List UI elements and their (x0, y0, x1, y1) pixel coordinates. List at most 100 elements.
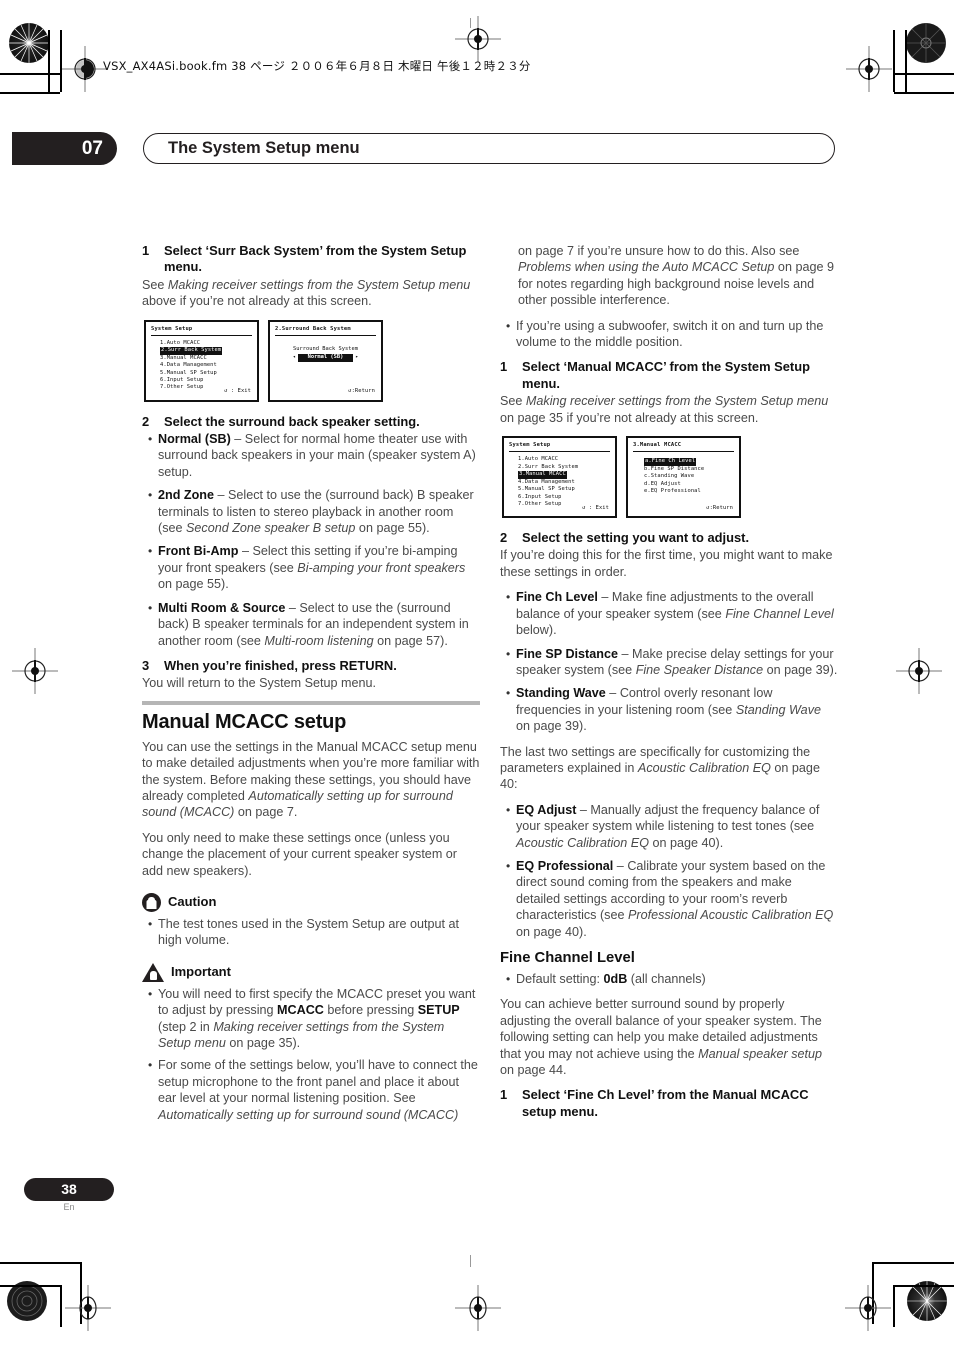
chapter-number: 07 (12, 132, 117, 165)
list-item: EQ Adjust – Manually adjust the frequenc… (500, 802, 838, 851)
button-name: SETUP (417, 1003, 460, 1018)
option-term: Front Bi-Amp (158, 544, 239, 559)
crosshair-target (62, 46, 108, 92)
step-number: 3 (142, 657, 150, 673)
fine-channel-paragraph: You can achieve better surround sound by… (500, 997, 823, 1078)
moire-target-bottom-right (906, 1280, 948, 1327)
page-language-code: En (63, 1202, 75, 1212)
crosshair-target (896, 648, 942, 694)
osd-illustration-group-1: System Setup 1.Auto MCACC 2.Surr Back Sy… (144, 319, 480, 402)
osd-item: 2.Surr Back System (160, 347, 223, 355)
option-term: Standing Wave (516, 686, 606, 701)
osd-item: c.Standing Wave (644, 473, 695, 480)
step-number: 1 (500, 359, 508, 375)
crop-line (0, 73, 60, 75)
cross-reference: Automatically setting up for surround so… (158, 1107, 459, 1122)
cross-reference: Fine Channel Level (725, 606, 834, 621)
osd-body: Surround Back System ◂ Normal (SB) ▸ (275, 346, 376, 362)
left-column: 1 Select ‘Surr Back System’ from the Syst… (142, 243, 480, 1132)
osd-value-row: ◂ Normal (SB) ▸ (275, 354, 376, 362)
list-item: 2nd Zone – Select to use the (surround b… (142, 487, 480, 536)
option-term: Fine SP Distance (516, 646, 618, 661)
step-text: Select the setting you want to adjust. (522, 530, 750, 546)
step-2: 2 Select the setting you want to adjust. (500, 530, 838, 546)
list-item: If you’re using a subwoofer, switch it o… (500, 318, 838, 351)
step-1: 1 Select ‘Surr Back System’ from the Syst… (142, 243, 480, 276)
crosshair-target (845, 1285, 891, 1331)
default-value: 0dB (603, 972, 628, 986)
list-item: Normal (SB) – Select for normal home the… (142, 431, 480, 480)
option-term: Multi Room & Source (158, 600, 286, 615)
text: above if you’re not already at this scre… (142, 294, 372, 309)
cross-reference: Problems when using the Auto MCACC Setup (518, 260, 775, 275)
list-item: Standing Wave – Control overly resonant … (500, 685, 838, 734)
osd-system-setup-menu: System Setup 1.Auto MCACC 2.Surr Back Sy… (502, 436, 617, 519)
step-1-body: See Making receiver settings from the Sy… (500, 394, 829, 425)
step-3: 3 When you’re finished, press RETURN. (142, 658, 480, 674)
step-3-body: You will return to the System Setup menu… (142, 676, 377, 691)
osd-item: e.EQ Professional (644, 488, 701, 495)
cross-reference: Standing Wave (735, 702, 821, 717)
step-text: Select ‘Surr Back System’ from the Syste… (164, 243, 467, 275)
surround-back-options-list: Normal (SB) – Select for normal home the… (142, 431, 480, 649)
section-rule (142, 700, 480, 705)
list-item: Fine Ch Level – Make fine adjustments to… (500, 589, 838, 638)
step-text: Select ‘Manual MCACC’ from the System Se… (522, 359, 810, 391)
option-term: EQ Professional (516, 858, 614, 873)
osd-manual-mcacc-menu: 3.Manual MCACC a.Fine Ch Level b.Fine SP… (626, 436, 741, 519)
list-item: The test tones used in the System Setup … (142, 916, 480, 949)
osd-item: 4.Data Management (518, 478, 575, 485)
osd-title: System Setup (151, 325, 193, 332)
mid-paragraph: The last two settings are specifically f… (500, 744, 820, 792)
crop-line (872, 1262, 954, 1264)
cross-reference: Bi-amping your front speakers (297, 560, 466, 575)
step-1-body: See Making receiver settings from the Sy… (142, 277, 480, 310)
list-item: You will need to first specify the MCACC… (142, 986, 480, 1052)
moire-target-top-left (8, 22, 50, 69)
crop-line (893, 1285, 954, 1287)
crop-line (470, 1255, 471, 1267)
osd-item: b.Fine SP Distance (644, 465, 705, 472)
osd-item: d.EQ Adjust (644, 480, 681, 487)
subwoofer-note-list: If you’re using a subwoofer, switch it o… (500, 318, 838, 351)
crop-line (48, 30, 50, 92)
page-title: The System Setup menu (143, 133, 835, 164)
crop-line (0, 1285, 62, 1287)
divider (275, 335, 376, 337)
osd-item-list: a.Fine Ch Level b.Fine SP Distance c.Sta… (633, 458, 734, 495)
cross-reference: Multi-room listening (264, 633, 374, 648)
step-2: 2 Select the surround back speaker settin… (142, 414, 480, 430)
crosshair-target (455, 16, 501, 62)
crosshair-target (455, 1285, 501, 1331)
option-term: 2nd Zone (158, 488, 214, 503)
option-term: Fine Ch Level (516, 590, 598, 605)
list-item: Default setting: 0dB (all channels) (500, 971, 838, 987)
osd-item: 5.Manual SP Setup (160, 369, 217, 376)
continued-paragraph: on page 7 if you’re unsure how to do thi… (518, 244, 834, 308)
section-paragraph-1: You can use the settings in the Manual M… (142, 739, 480, 820)
osd-footer-hint: ↺:Return (348, 388, 375, 395)
cross-reference: Fine Speaker Distance (635, 662, 764, 677)
crosshair-target (65, 1285, 111, 1331)
osd-selected-value: Normal (SB) (297, 354, 354, 362)
osd-footer-hint: ↺ : Exit (582, 504, 609, 511)
osd-item: 4.Data Management (160, 362, 217, 369)
caution-heading: Caution (142, 892, 480, 912)
osd-item: 1.Auto MCACC (160, 340, 201, 347)
osd-system-setup-menu: System Setup 1.Auto MCACC 2.Surr Back Sy… (144, 319, 259, 402)
caution-label: Caution (168, 894, 217, 910)
step-2-body: If you’re doing this for the first time,… (500, 548, 833, 579)
cross-reference: Making receiver settings from the System… (525, 394, 829, 409)
crop-line (893, 1285, 895, 1327)
page-number: 38 (24, 1178, 114, 1201)
list-item: For some of the settings below, you’ll h… (142, 1057, 480, 1123)
osd-setting-label: Surround Back System (293, 346, 358, 353)
subsection-heading: Fine Channel Level (500, 950, 635, 966)
cross-reference: Manual speaker setup (698, 1046, 823, 1061)
cross-reference: Professional Acoustic Calibration EQ (627, 908, 834, 923)
right-column: on page 7 if you’re unsure how to do thi… (500, 243, 838, 1121)
important-list: You will need to first specify the MCACC… (142, 986, 480, 1123)
crop-line (894, 73, 954, 75)
cross-reference: Acoustic Calibration EQ (637, 760, 771, 775)
important-label: Important (171, 964, 231, 980)
